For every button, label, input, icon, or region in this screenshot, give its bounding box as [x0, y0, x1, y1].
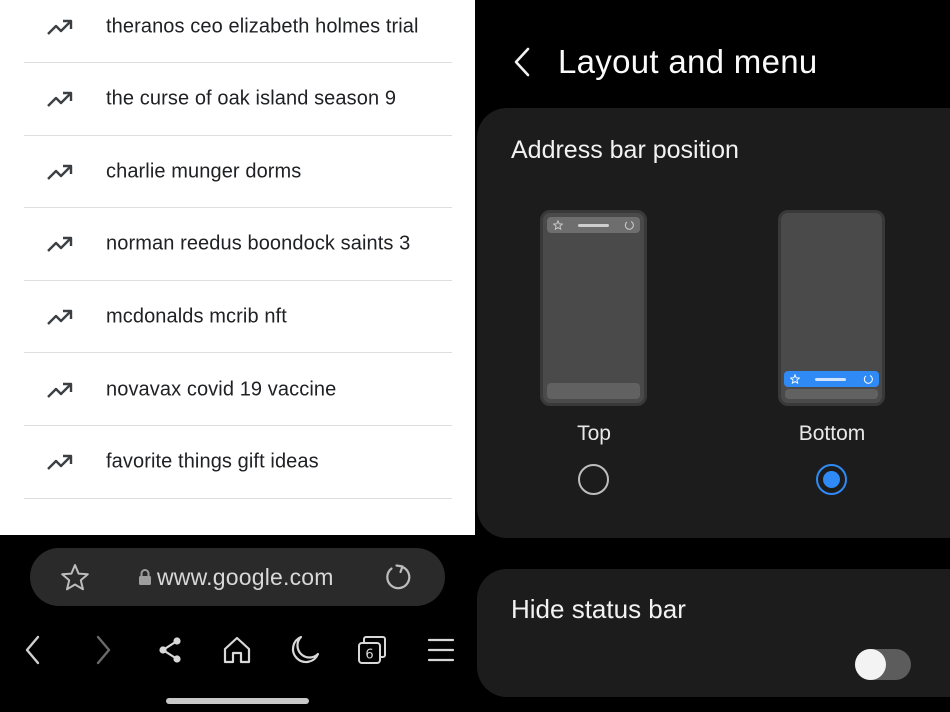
bottom-layout-preview[interactable]	[778, 210, 885, 406]
trending-item-text: favorite things gift ideas	[106, 450, 319, 473]
tabs-icon[interactable]: 6	[355, 633, 389, 667]
address-bar-position-heading: Address bar position	[511, 136, 739, 164]
trending-item-text: charlie munger dorms	[106, 160, 302, 183]
trending-up-icon	[47, 454, 73, 470]
home-icon[interactable]	[220, 633, 254, 667]
star-icon[interactable]	[60, 563, 90, 591]
reload-icon[interactable]	[382, 562, 412, 592]
top-address-bar-preview	[547, 217, 640, 233]
address-bar-position-card: Address bar position Top Bottom	[477, 108, 950, 538]
trending-up-icon	[47, 91, 73, 107]
settings-panel: Layout and menu Address bar position Top…	[475, 0, 950, 712]
trending-item-text: norman reedus boondock saints 3	[106, 232, 411, 255]
trending-up-icon	[47, 382, 73, 398]
reload-icon	[624, 221, 634, 230]
radio-bottom[interactable]	[816, 464, 847, 495]
tab-count: 6	[365, 648, 373, 663]
trending-up-icon	[47, 309, 73, 325]
trending-item[interactable]: the curse of oak island season 9	[24, 64, 452, 136]
hide-status-bar-card[interactable]: Hide status bar	[477, 569, 950, 697]
trending-item-text: theranos ceo elizabeth holmes trial	[106, 15, 419, 37]
trending-up-icon	[47, 237, 73, 253]
trending-up-icon	[47, 164, 73, 180]
browser-toolbar: 6	[0, 625, 475, 675]
option-label-top: Top	[577, 422, 611, 445]
page-title: Layout and menu	[558, 43, 818, 80]
trending-item[interactable]: novavax covid 19 vaccine	[24, 354, 452, 426]
trending-item-text: mcdonalds mcrib nft	[106, 305, 287, 328]
back-arrow-icon[interactable]	[507, 44, 537, 80]
home-indicator[interactable]	[166, 698, 309, 704]
star-icon	[790, 374, 800, 384]
trending-up-icon	[47, 19, 73, 35]
toggle-knob	[855, 649, 886, 680]
chevron-left-icon[interactable]	[16, 633, 50, 667]
radio-top[interactable]	[578, 464, 609, 495]
top-layout-preview[interactable]	[540, 210, 647, 406]
url-text[interactable]: www.google.com	[157, 564, 334, 591]
trending-item[interactable]: charlie munger dorms	[24, 136, 452, 209]
trending-item[interactable]: favorite things gift ideas	[24, 427, 452, 499]
reload-icon	[863, 375, 873, 384]
trending-item-text: novavax covid 19 vaccine	[106, 378, 337, 400]
address-bar[interactable]: www.google.com	[30, 548, 445, 606]
hide-status-bar-toggle[interactable]	[855, 649, 911, 680]
hamburger-menu-icon[interactable]	[424, 633, 458, 667]
trending-item[interactable]: theranos ceo elizabeth holmes trial	[24, 0, 452, 63]
trending-item[interactable]: mcdonalds mcrib nft	[24, 281, 452, 354]
browser-panel: theranos ceo elizabeth holmes trial the c…	[0, 0, 475, 712]
chevron-right-icon[interactable]	[86, 633, 120, 667]
star-icon	[553, 220, 563, 230]
hide-status-bar-label: Hide status bar	[511, 594, 686, 624]
bottom-address-bar-preview	[784, 371, 879, 387]
trending-item-text: the curse of oak island season 9	[106, 87, 397, 110]
moon-icon[interactable]	[288, 633, 322, 667]
trending-searches-list: theranos ceo elizabeth holmes trial the c…	[0, 0, 475, 535]
trending-item[interactable]: norman reedus boondock saints 3	[24, 209, 452, 281]
share-icon[interactable]	[153, 633, 187, 667]
lock-icon	[137, 568, 153, 586]
option-label-bottom: Bottom	[798, 422, 866, 445]
